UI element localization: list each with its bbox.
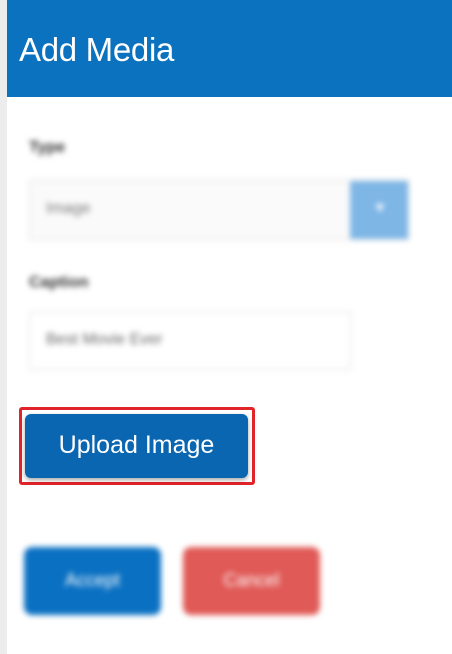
caption-input[interactable]: Best Movie Ever (29, 312, 351, 370)
cancel-button[interactable]: Cancel (183, 547, 320, 615)
chevron-down-icon: ▼ (373, 199, 387, 215)
caption-label: Caption (29, 274, 89, 291)
dialog-body: Type Image ▼ Caption Best Movie Ever Upl… (7, 97, 452, 654)
accept-button-label: Accept (64, 570, 121, 590)
cancel-button-label: Cancel (223, 570, 280, 590)
accept-button[interactable]: Accept (24, 547, 161, 615)
type-dropdown-toggle[interactable]: ▼ (350, 181, 408, 239)
left-edge (0, 0, 7, 654)
caption-input-value: Best Movie Ever (46, 331, 163, 348)
upload-image-label: Upload Image (58, 430, 215, 459)
type-label: Type (29, 139, 66, 156)
add-media-dialog: Add Media Type Image ▼ Caption Best Movi… (0, 0, 452, 654)
dialog-header: Add Media (7, 0, 452, 97)
type-select-value: Image (46, 200, 91, 217)
type-select[interactable]: Image ▼ (29, 180, 409, 240)
upload-image-button[interactable]: Upload Image (25, 414, 248, 478)
dialog-title: Add Media (19, 31, 175, 68)
